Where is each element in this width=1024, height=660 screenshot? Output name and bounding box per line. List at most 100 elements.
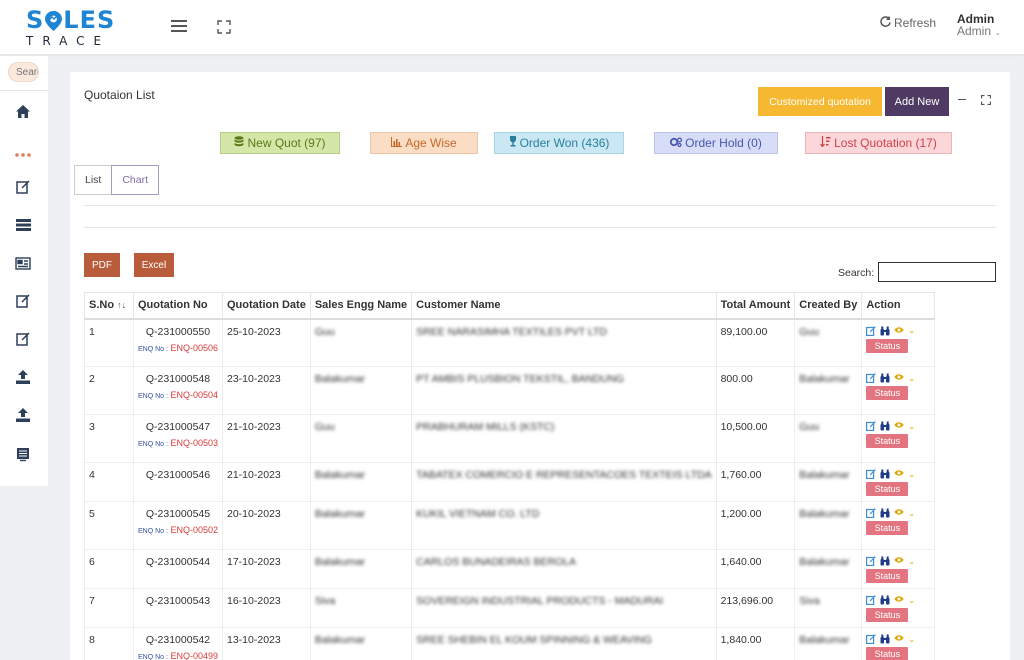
- binoculars-icon[interactable]: [880, 556, 890, 566]
- trophy-icon: [509, 136, 517, 150]
- bar-chart-icon: [391, 136, 403, 150]
- cell-date: 13-10-2023: [222, 627, 311, 660]
- eye-icon[interactable]: [894, 508, 905, 518]
- binoculars-icon[interactable]: [880, 508, 890, 518]
- menu-toggle-icon[interactable]: [171, 20, 187, 33]
- customized-quotation-button[interactable]: Customized quotation: [758, 87, 882, 116]
- home-icon[interactable]: [13, 101, 33, 121]
- binoculars-icon[interactable]: [880, 634, 890, 644]
- edit-icon[interactable]: [13, 329, 33, 349]
- status-button[interactable]: Status: [866, 386, 909, 400]
- edit-icon[interactable]: [866, 508, 877, 518]
- logo-wordmark: S LES: [26, 6, 116, 34]
- tab-list[interactable]: List: [74, 165, 112, 195]
- chevron-down-icon[interactable]: ⌄: [908, 509, 915, 518]
- server-list-icon[interactable]: [13, 215, 33, 235]
- divider: [84, 227, 996, 228]
- binoculars-icon[interactable]: [880, 469, 890, 479]
- column-header-sales-engg[interactable]: Sales Engg Name: [309, 292, 413, 320]
- excel-button[interactable]: Excel: [134, 253, 174, 277]
- cell-amount: 1,840.00: [715, 627, 796, 660]
- column-header-created-by[interactable]: Created By: [794, 292, 863, 320]
- column-header-quotation-no[interactable]: Quotation No: [133, 292, 223, 320]
- edit-icon[interactable]: [866, 556, 877, 566]
- eye-icon[interactable]: [894, 469, 905, 479]
- binoculars-icon[interactable]: [880, 421, 890, 431]
- cell-quotation-no: Q-231000542 ENQ No : ENQ-00499: [133, 627, 223, 660]
- location-pin-icon: [45, 10, 63, 31]
- minimize-icon[interactable]: [958, 99, 966, 100]
- enq-ref[interactable]: ENQ No : ENQ-00503: [138, 438, 218, 448]
- search-input[interactable]: [878, 262, 996, 282]
- cell-customer: TABATEX COMERCIO E REPRESENTACOES TEXTEI…: [411, 462, 717, 502]
- eye-icon[interactable]: [894, 373, 905, 383]
- lost-quotation-filter[interactable]: Lost Quotation (17): [805, 132, 952, 154]
- enq-ref[interactable]: ENQ No : ENQ-00502: [138, 525, 218, 535]
- pdf-button[interactable]: PDF: [84, 253, 120, 277]
- upload-icon[interactable]: [13, 367, 33, 387]
- chevron-down-icon[interactable]: ⌄: [908, 635, 915, 644]
- binoculars-icon[interactable]: [880, 326, 890, 336]
- add-new-button[interactable]: Add New: [885, 87, 949, 116]
- chevron-down-icon[interactable]: ⌄: [908, 326, 915, 335]
- sales-trace-logo[interactable]: S LES TRACE: [26, 7, 116, 47]
- enq-ref[interactable]: ENQ No : ENQ-00506: [138, 343, 218, 353]
- binoculars-icon[interactable]: [880, 595, 890, 605]
- edit-icon[interactable]: [866, 634, 877, 644]
- expand-icon[interactable]: [980, 94, 992, 106]
- status-button[interactable]: Status: [866, 482, 909, 496]
- status-button[interactable]: Status: [866, 608, 909, 622]
- order-hold-filter[interactable]: Order Hold (0): [654, 132, 778, 154]
- chevron-down-icon[interactable]: ⌄: [908, 596, 915, 605]
- cell-sno: 4: [84, 462, 134, 502]
- sidebar-search-input[interactable]: [8, 62, 39, 82]
- column-header-total-amount[interactable]: Total Amount: [715, 292, 796, 320]
- gears-icon: [670, 136, 683, 150]
- status-button[interactable]: Status: [866, 521, 909, 535]
- eye-icon[interactable]: [894, 421, 905, 431]
- cell-amount: 800.00: [715, 366, 796, 415]
- chevron-down-icon[interactable]: ⌄: [908, 557, 915, 566]
- column-header-customer[interactable]: Customer Name: [411, 292, 717, 320]
- edit-icon[interactable]: [13, 291, 33, 311]
- tab-chart[interactable]: Chart: [111, 165, 160, 195]
- eye-icon[interactable]: [894, 556, 905, 566]
- age-wise-filter[interactable]: Age Wise: [370, 132, 478, 154]
- chevron-down-icon[interactable]: ⌄: [908, 422, 915, 431]
- enq-ref[interactable]: ENQ No : ENQ-00504: [138, 390, 218, 400]
- chevron-down-icon[interactable]: ⌄: [908, 470, 915, 479]
- edit-icon[interactable]: [866, 469, 877, 479]
- cell-actions: ⌄ Status: [861, 627, 936, 660]
- more-dots-icon[interactable]: [13, 145, 33, 165]
- cell-date: 16-10-2023: [222, 588, 311, 628]
- edit-icon[interactable]: [866, 595, 877, 605]
- eye-icon[interactable]: [894, 595, 905, 605]
- column-header-sno[interactable]: S.No ↑↓: [84, 292, 134, 320]
- order-won-filter[interactable]: Order Won (436): [494, 132, 624, 154]
- edit-icon[interactable]: [13, 177, 33, 197]
- status-button[interactable]: Status: [866, 647, 909, 660]
- edit-icon[interactable]: [866, 373, 877, 383]
- status-button[interactable]: Status: [866, 338, 909, 353]
- refresh-icon: [880, 16, 891, 30]
- binoculars-icon[interactable]: [880, 373, 890, 383]
- chevron-down-icon[interactable]: ⌄: [908, 374, 915, 383]
- edit-icon[interactable]: [866, 325, 877, 336]
- eye-icon[interactable]: [894, 634, 905, 644]
- sort-amount-icon: [820, 136, 831, 150]
- newspaper-icon[interactable]: [13, 253, 33, 273]
- fullscreen-icon[interactable]: [217, 20, 231, 34]
- edit-icon[interactable]: [866, 421, 877, 431]
- enq-ref[interactable]: ENQ No : ENQ-00499: [138, 651, 218, 660]
- document-list-icon[interactable]: [13, 445, 33, 465]
- user-menu[interactable]: Admin Admin ⌄: [957, 13, 1001, 39]
- status-button[interactable]: Status: [866, 569, 909, 583]
- cell-quotation-no: Q-231000550 ENQ No : ENQ-00506: [133, 318, 223, 367]
- eye-icon[interactable]: [894, 326, 905, 336]
- column-header-quotation-date[interactable]: Quotation Date: [222, 292, 311, 320]
- refresh-button[interactable]: Refresh: [880, 16, 936, 30]
- cell-amount: 213,696.00: [715, 588, 796, 628]
- new-quot-filter[interactable]: New Quot (97): [220, 132, 340, 154]
- status-button[interactable]: Status: [866, 434, 909, 448]
- upload-icon[interactable]: [13, 405, 33, 425]
